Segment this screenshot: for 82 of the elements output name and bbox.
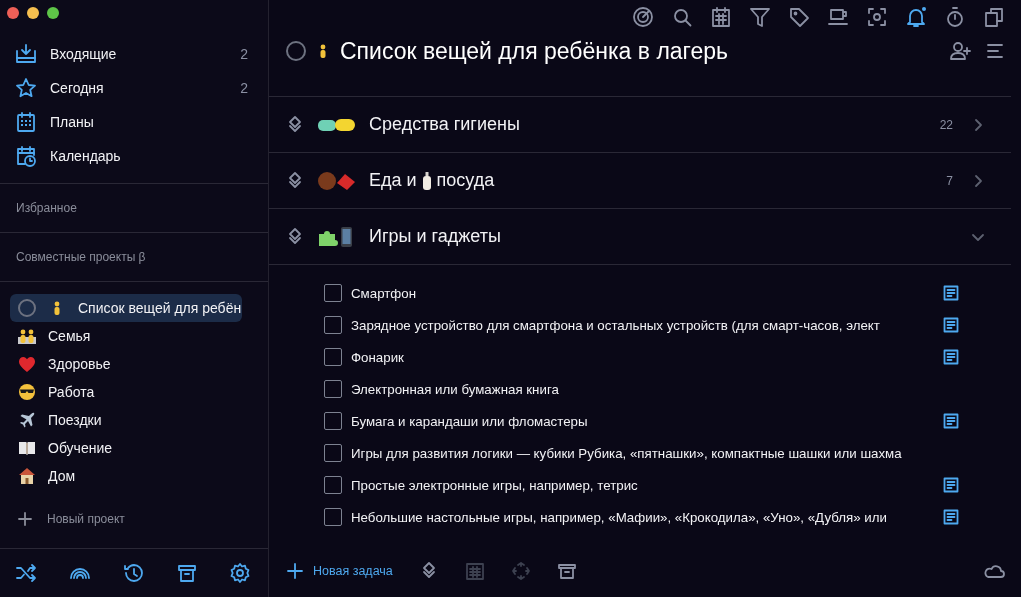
airplane-icon — [18, 411, 36, 429]
project-item[interactable]: Дом — [10, 462, 242, 490]
task-title[interactable]: Зарядное устройство для смартфона и остальных устройств (для смарт-часов, элект — [351, 317, 928, 333]
task-circle-icon — [18, 299, 36, 317]
task-title[interactable]: Простые электронные игры, например, тетрис — [351, 477, 928, 493]
new-task-button[interactable]: Новая задача — [287, 563, 393, 579]
task-title[interactable]: Игры для развития логики — кубики Рубика, «пятнашки», компактные шашки или шахма — [351, 445, 928, 461]
trash-icon[interactable] — [556, 561, 577, 581]
task-circle-icon[interactable] — [286, 41, 306, 61]
star-icon — [15, 77, 37, 99]
note-icon[interactable] — [943, 285, 959, 301]
note-icon[interactable] — [943, 477, 959, 493]
stopwatch-icon[interactable] — [944, 6, 966, 28]
book-icon — [18, 440, 36, 456]
project-title: Список вещей для ребёнка в лагерь — [340, 37, 730, 65]
zoom-window-button[interactable] — [47, 7, 59, 19]
copy-icon[interactable] — [983, 6, 1005, 28]
task-title[interactable]: Небольшие настольные игры, например, «Мафии», «Крокодила», «Уно», «Дубля» или — [351, 509, 928, 525]
section-header[interactable]: Еда и посуда 7 — [269, 153, 1011, 208]
nav-item[interactable]: Входящие 2 — [0, 37, 268, 71]
chestnut-and-chocolate-drawing — [317, 170, 357, 191]
minimize-window-button[interactable] — [27, 7, 39, 19]
project-item[interactable]: Список вещей для ребён — [10, 294, 242, 322]
checkbox[interactable] — [324, 412, 342, 430]
new-project-button[interactable]: Новый проект — [47, 512, 125, 526]
checkbox[interactable] — [324, 444, 342, 462]
section-header[interactable]: Средства гигиены 22 — [269, 97, 1011, 152]
bottle-icon — [420, 170, 433, 191]
item-count: 7 — [946, 173, 953, 188]
project-item[interactable]: Поездки — [10, 406, 242, 434]
trash-icon[interactable] — [175, 562, 198, 584]
note-icon[interactable] — [943, 509, 959, 525]
task-title[interactable]: Фонарик — [351, 349, 928, 365]
section-heading: Совместные проекты β — [16, 250, 146, 264]
section-title: Средства гигиены — [369, 114, 521, 135]
note-icon[interactable] — [943, 349, 959, 365]
checkbox[interactable] — [324, 348, 342, 366]
checkbox[interactable] — [324, 508, 342, 526]
note-icon[interactable] — [943, 413, 959, 429]
section-title: Еда и посуда — [369, 170, 496, 191]
menu-icon[interactable] — [985, 41, 1005, 61]
task-title[interactable]: Электронная или бумажная книга — [351, 381, 928, 397]
checkbox[interactable] — [324, 380, 342, 398]
heart-icon — [18, 355, 36, 373]
section-header[interactable]: Игры и гаджеты — [269, 209, 1011, 264]
project-item[interactable]: Обучение — [10, 434, 242, 462]
house-icon — [18, 467, 36, 485]
project-item[interactable]: Здоровье — [10, 350, 242, 378]
inbox-icon — [15, 43, 37, 65]
section-title: Игры и гаджеты — [369, 226, 502, 247]
focus-icon[interactable] — [866, 6, 888, 28]
settings-icon[interactable] — [229, 562, 251, 584]
plus-icon — [287, 563, 303, 579]
search-icon[interactable] — [671, 6, 693, 28]
task-title[interactable]: Бумага и карандаши или фломастеры — [351, 413, 928, 429]
close-window-button[interactable] — [7, 7, 19, 19]
note-icon[interactable] — [943, 317, 959, 333]
checkbox[interactable] — [324, 284, 342, 302]
calendar-icon — [15, 111, 37, 133]
nav-item[interactable]: Календарь — [0, 139, 268, 173]
section-heading: Избранное — [16, 201, 77, 215]
bell-icon[interactable] — [905, 6, 927, 28]
project-item[interactable]: Семья — [10, 322, 242, 350]
calendar-clock-icon — [15, 145, 37, 167]
people-icon — [17, 327, 37, 345]
history-icon[interactable] — [122, 562, 144, 584]
tag-icon[interactable] — [788, 6, 810, 28]
calendar-icon[interactable] — [710, 6, 732, 28]
project-item[interactable]: Работа — [10, 378, 242, 406]
shuffle-icon[interactable] — [15, 562, 37, 584]
plus-icon — [18, 512, 32, 526]
filter-icon[interactable] — [749, 6, 771, 28]
cloud-icon[interactable] — [983, 562, 1005, 580]
task-title[interactable]: Смартфон — [351, 285, 928, 301]
checkbox[interactable] — [324, 476, 342, 494]
item-count: 22 — [939, 117, 953, 132]
nav-item[interactable]: Планы — [0, 105, 268, 139]
nav-item[interactable]: Сегодня 2 — [0, 71, 268, 105]
radar-icon[interactable] — [632, 6, 654, 28]
add-person-icon[interactable] — [949, 40, 973, 62]
sunglasses-face-icon — [18, 383, 36, 401]
checkbox[interactable] — [324, 316, 342, 334]
